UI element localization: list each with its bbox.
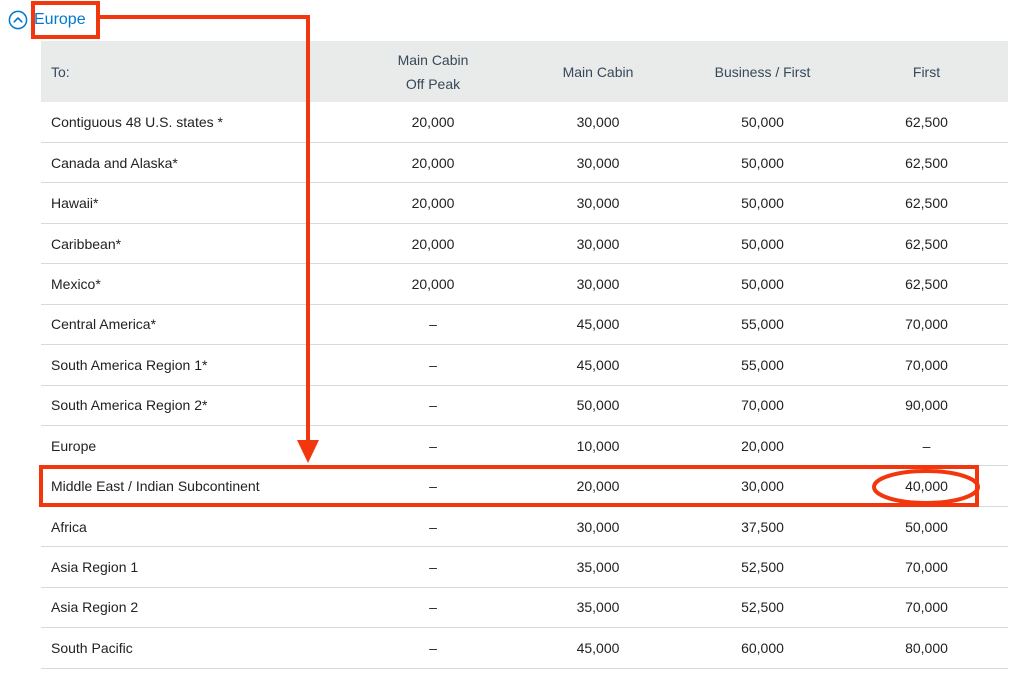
cell-business-first: 50,000 (741, 275, 784, 292)
cell-main-cabin-off-peak: – (429, 437, 437, 454)
cell-business-first: 52,500 (741, 559, 784, 576)
cell-main-cabin-off-peak: – (429, 356, 437, 373)
cell-first: 62,500 (905, 235, 948, 252)
cell-main-cabin: 45,000 (576, 356, 620, 373)
cell-first: 70,000 (905, 316, 948, 333)
cell-destination: Africa (51, 518, 87, 535)
header-off-peak-line2: Off Peak (405, 75, 461, 92)
cell-destination: Canada and Alaska* (51, 154, 178, 171)
header-destination: To: (51, 63, 70, 80)
cell-destination: South Pacific (51, 639, 133, 656)
cell-main-cabin-off-peak: 20,000 (411, 113, 455, 130)
cell-business-first: 52,500 (741, 599, 784, 616)
cell-destination: Mexico* (51, 275, 101, 292)
header-main-cabin: Main Cabin (562, 63, 634, 80)
cell-main-cabin: 20,000 (576, 478, 620, 495)
cell-main-cabin: 50,000 (576, 397, 620, 414)
cell-first: 70,000 (905, 356, 948, 373)
cell-main-cabin: 30,000 (576, 113, 620, 130)
table-row: Asia Region 1 – 35,000 52,500 70,000 (41, 547, 1008, 588)
table-row: Africa – 30,000 37,500 50,000 (41, 506, 1008, 547)
cell-main-cabin: 30,000 (576, 154, 620, 171)
table-row: Contiguous 48 U.S. states * 20,000 30,000 5… (41, 102, 1008, 143)
section-toggle-label[interactable]: Europe (34, 10, 86, 30)
cell-destination: Central America* (51, 316, 157, 333)
table-row: South America Region 1* – 45,000 55,000 70,0… (41, 345, 1008, 386)
cell-main-cabin: 30,000 (576, 518, 620, 535)
table-row: Central America* – 45,000 55,000 70,000 (41, 304, 1008, 345)
cell-main-cabin-off-peak: – (429, 599, 437, 616)
cell-first: 90,000 (905, 397, 948, 414)
cell-destination: Hawaii* (51, 195, 99, 212)
cell-main-cabin-off-peak: 20,000 (411, 235, 455, 252)
cell-destination: Europe (51, 437, 97, 454)
cell-first: 50,000 (905, 518, 948, 535)
header-business-first: Business / First (714, 63, 811, 80)
cell-business-first: 55,000 (741, 356, 784, 373)
cell-first: 80,000 (905, 639, 948, 656)
section-toggle-europe[interactable]: Europe (8, 8, 86, 32)
cell-first: 62,500 (905, 154, 948, 171)
cell-business-first: 60,000 (741, 639, 784, 656)
page: Europe To: Main Cabin Off Peak Main Cabi… (0, 0, 1024, 688)
cell-first: 62,500 (905, 275, 948, 292)
table-row: South Pacific – 45,000 60,000 80,000 (41, 628, 1008, 669)
cell-destination: Contiguous 48 U.S. states * (51, 113, 223, 130)
cell-business-first: 50,000 (741, 113, 784, 130)
cell-main-cabin-off-peak: 20,000 (411, 154, 455, 171)
cell-first: 62,500 (905, 195, 948, 212)
header-first: First (912, 63, 941, 80)
table-row: South America Region 2* – 50,000 70,000 90,0… (41, 385, 1008, 426)
table-row: Mexico* 20,000 30,000 50,000 62,500 (41, 264, 1008, 305)
cell-business-first: 50,000 (741, 235, 784, 252)
cell-main-cabin: 10,000 (576, 437, 620, 454)
table-row: Europe – 10,000 20,000 – (41, 426, 1008, 466)
cell-destination: Middle East / Indian Subcontinent (51, 478, 260, 495)
cell-business-first: 70,000 (741, 397, 784, 414)
cell-main-cabin: 30,000 (576, 275, 620, 292)
cell-business-first: 30,000 (741, 478, 784, 495)
cell-main-cabin: 45,000 (576, 316, 620, 333)
cell-business-first: 20,000 (741, 437, 784, 454)
cell-first: 70,000 (905, 599, 948, 616)
cell-main-cabin: 30,000 (576, 195, 620, 212)
cell-destination: Asia Region 1 (51, 559, 139, 576)
cell-destination: Caribbean* (51, 235, 122, 252)
cell-first: – (922, 437, 931, 454)
table-body: Contiguous 48 U.S. states * 20,000 30,000 5… (41, 102, 1008, 669)
header-off-peak-line1: Main Cabin (397, 51, 469, 68)
cell-main-cabin-off-peak: – (429, 316, 437, 333)
cell-main-cabin-off-peak: – (429, 397, 437, 414)
cell-main-cabin-off-peak: – (429, 518, 437, 535)
cell-destination: South America Region 1* (51, 356, 208, 373)
cell-main-cabin-off-peak: 20,000 (411, 195, 455, 212)
table-header-row: To: Main Cabin Off Peak Main Cabin Busin… (41, 41, 1008, 102)
table-row: Caribbean* 20,000 30,000 50,000 62,500 (41, 223, 1008, 264)
cell-main-cabin: 30,000 (576, 235, 620, 252)
cell-main-cabin-off-peak: 20,000 (411, 275, 455, 292)
cell-business-first: 55,000 (741, 316, 784, 333)
award-chart-table: To: Main Cabin Off Peak Main Cabin Busin… (41, 41, 1008, 669)
cell-main-cabin: 45,000 (576, 639, 620, 656)
table-row: Asia Region 2 – 35,000 52,500 70,000 (41, 587, 1008, 628)
cell-destination: South America Region 2* (51, 397, 208, 414)
table-header: To: Main Cabin Off Peak Main Cabin Busin… (41, 41, 1008, 102)
cell-main-cabin-off-peak: – (429, 639, 437, 656)
cell-main-cabin-off-peak: – (429, 559, 437, 576)
cell-main-cabin: 35,000 (576, 599, 620, 616)
chevron-up-circle-icon[interactable] (8, 10, 28, 30)
cell-business-first: 50,000 (741, 195, 784, 212)
cell-main-cabin: 35,000 (576, 559, 620, 576)
table-row: Canada and Alaska* 20,000 30,000 50,000 62,5… (41, 142, 1008, 183)
cell-first: 70,000 (905, 559, 948, 576)
table-row: Middle East / Indian Subcontinent – 20,000… (41, 466, 1008, 507)
header-main-cabin-off-peak: Main Cabin Off Peak (350, 41, 516, 102)
cell-destination: Asia Region 2 (51, 599, 139, 616)
table-row: Hawaii* 20,000 30,000 50,000 62,500 (41, 183, 1008, 224)
cell-first: 40,000 (905, 478, 948, 495)
cell-main-cabin-off-peak: – (429, 478, 437, 495)
cell-first: 62,500 (905, 113, 948, 130)
cell-business-first: 50,000 (741, 154, 784, 171)
cell-business-first: 37,500 (741, 518, 784, 535)
